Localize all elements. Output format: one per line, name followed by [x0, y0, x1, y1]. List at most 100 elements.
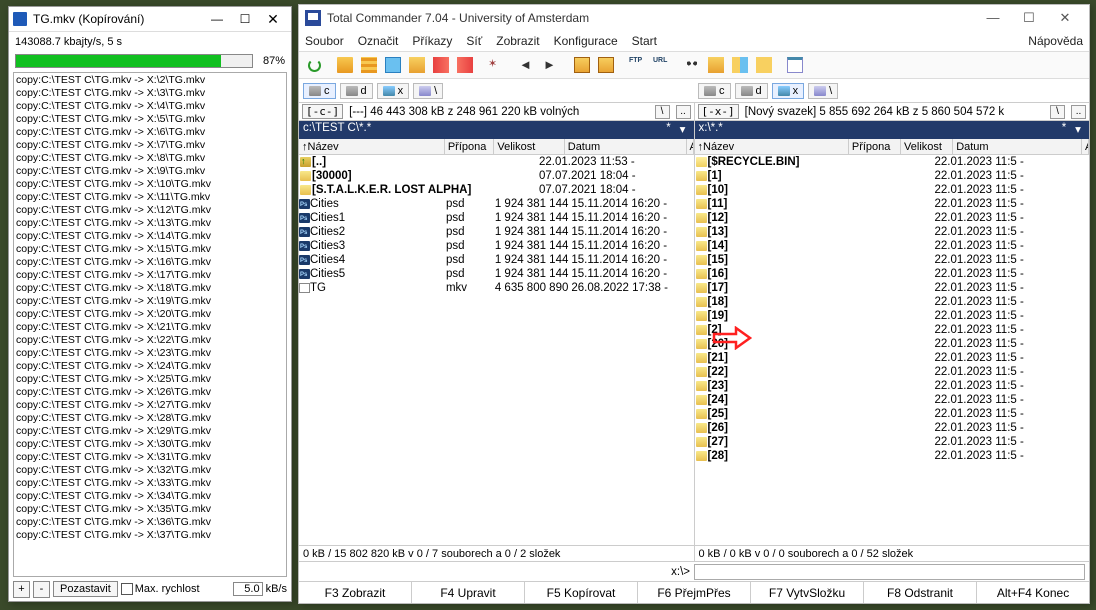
- pack-button[interactable]: [571, 54, 593, 76]
- fn-button[interactable]: F7 VytvSložku: [751, 582, 864, 603]
- column-header[interactable]: Datum: [565, 139, 687, 154]
- menu-item[interactable]: Zobrazit: [496, 34, 539, 48]
- fn-button[interactable]: F5 Kopírovat: [525, 582, 638, 603]
- command-input[interactable]: [694, 564, 1085, 580]
- left-up-button[interactable]: ..: [676, 105, 691, 119]
- fn-button[interactable]: Alt+F4 Konec: [977, 582, 1089, 603]
- tc-titlebar[interactable]: Total Commander 7.04 - University of Ams…: [299, 5, 1089, 31]
- file-row[interactable]: [23]22.01.2023 11:5 -: [695, 379, 1090, 393]
- file-row[interactable]: TGmkv4 635 800 89026.08.2022 17:38 -: [299, 281, 694, 295]
- left-path-bar[interactable]: c:\TEST C\*.* * ▾: [299, 121, 694, 139]
- view-tree-button[interactable]: [406, 54, 428, 76]
- menu-item[interactable]: Síť: [466, 34, 482, 48]
- minimize-button[interactable]: —: [203, 9, 231, 29]
- menu-item[interactable]: Příkazy: [412, 34, 452, 48]
- compare-button[interactable]: [753, 54, 775, 76]
- unpack-button[interactable]: [595, 54, 617, 76]
- tc-close-button[interactable]: ✕: [1047, 7, 1083, 29]
- drive-net-button[interactable]: \: [413, 83, 443, 99]
- file-row[interactable]: [21]22.01.2023 11:5 -: [695, 351, 1090, 365]
- left-root-button[interactable]: \: [655, 105, 670, 119]
- refresh-button[interactable]: [303, 54, 325, 76]
- sort-name-button[interactable]: [430, 54, 452, 76]
- file-row[interactable]: [..]22.01.2023 11:53 -: [299, 155, 694, 169]
- column-header[interactable]: ↑Název: [695, 139, 849, 154]
- pause-button[interactable]: Pozastavit: [53, 581, 118, 597]
- right-root-button[interactable]: \: [1050, 105, 1065, 119]
- file-row[interactable]: [1]22.01.2023 11:5 -: [695, 169, 1090, 183]
- column-header-attr[interactable]: A: [687, 139, 694, 154]
- fn-button[interactable]: F6 PřejmPřes: [638, 582, 751, 603]
- menu-item[interactable]: Start: [632, 34, 657, 48]
- file-row[interactable]: [20]22.01.2023 11:5 -: [695, 337, 1090, 351]
- add-button[interactable]: +: [13, 581, 30, 598]
- forward-button[interactable]: [540, 54, 562, 76]
- remove-button[interactable]: -: [33, 581, 50, 598]
- view-thumbs-button[interactable]: [382, 54, 404, 76]
- right-path-hist[interactable]: ▾: [1071, 122, 1085, 138]
- menu-item[interactable]: Konfigurace: [554, 34, 618, 48]
- menu-help[interactable]: Nápověda: [1028, 34, 1083, 48]
- file-row[interactable]: [14]22.01.2023 11:5 -: [695, 239, 1090, 253]
- invert-button[interactable]: ✶: [485, 54, 507, 76]
- speed-input[interactable]: [233, 582, 263, 596]
- drive-tab-x[interactable]: x: [377, 83, 410, 99]
- file-row[interactable]: [S.T.A.L.K.E.R. LOST ALPHA]07.07.2021 18…: [299, 183, 694, 197]
- file-row[interactable]: Citiespsd1 924 381 14415.11.2014 16:20 -: [299, 197, 694, 211]
- drive-tab-d[interactable]: d: [340, 83, 373, 99]
- right-file-list[interactable]: [$RECYCLE.BIN]22.01.2023 11:5 -[1]22.01.…: [695, 155, 1090, 545]
- file-row[interactable]: [15]22.01.2023 11:5 -: [695, 253, 1090, 267]
- menu-item[interactable]: Soubor: [305, 34, 344, 48]
- file-row[interactable]: [11]22.01.2023 11:5 -: [695, 197, 1090, 211]
- column-header-attr[interactable]: A: [1082, 139, 1089, 154]
- view-brief-button[interactable]: [334, 54, 356, 76]
- notepad-button[interactable]: [784, 54, 806, 76]
- view-full-button[interactable]: [358, 54, 380, 76]
- file-row[interactable]: [17]22.01.2023 11:5 -: [695, 281, 1090, 295]
- fn-button[interactable]: F3 Zobrazit: [299, 582, 412, 603]
- column-header[interactable]: ↑Název: [299, 139, 445, 154]
- file-row[interactable]: [2]22.01.2023 11:5 -: [695, 323, 1090, 337]
- menu-item[interactable]: Označit: [358, 34, 399, 48]
- multirename-button[interactable]: [705, 54, 727, 76]
- file-row[interactable]: [10]22.01.2023 11:5 -: [695, 183, 1090, 197]
- copy-dialog-titlebar[interactable]: TG.mkv (Kopírování) — ☐ ✕: [9, 7, 291, 32]
- file-row[interactable]: Cities3psd1 924 381 14415.11.2014 16:20 …: [299, 239, 694, 253]
- copy-log[interactable]: copy:C:\TEST C\TG.mkv -> X:\2\TG.mkvcopy…: [13, 72, 287, 577]
- column-header[interactable]: Přípona: [849, 139, 901, 154]
- left-path-fav[interactable]: *: [662, 122, 676, 138]
- close-button[interactable]: ✕: [259, 9, 287, 29]
- drive-tab-c[interactable]: c: [303, 83, 336, 99]
- right-path-fav[interactable]: *: [1057, 122, 1071, 138]
- file-row[interactable]: [16]22.01.2023 11:5 -: [695, 267, 1090, 281]
- file-row[interactable]: Cities5psd1 924 381 14415.11.2014 16:20 …: [299, 267, 694, 281]
- left-drive-combo[interactable]: [-c-]: [302, 104, 343, 119]
- file-row[interactable]: Cities1psd1 924 381 14415.11.2014 16:20 …: [299, 211, 694, 225]
- file-row[interactable]: [18]22.01.2023 11:5 -: [695, 295, 1090, 309]
- right-path-bar[interactable]: x:\*.* * ▾: [695, 121, 1090, 139]
- file-row[interactable]: [27]22.01.2023 11:5 -: [695, 435, 1090, 449]
- back-button[interactable]: [516, 54, 538, 76]
- right-drive-combo[interactable]: [-x-]: [698, 104, 739, 119]
- maximize-button[interactable]: ☐: [231, 9, 259, 29]
- drive-tab-d[interactable]: d: [735, 83, 768, 99]
- file-row[interactable]: [28]22.01.2023 11:5 -: [695, 449, 1090, 463]
- column-header[interactable]: Velikost: [494, 139, 564, 154]
- column-header[interactable]: Přípona: [445, 139, 495, 154]
- file-row[interactable]: [30000]07.07.2021 18:04 -: [299, 169, 694, 183]
- file-row[interactable]: [22]22.01.2023 11:5 -: [695, 365, 1090, 379]
- drive-tab-x[interactable]: x: [772, 83, 805, 99]
- file-row[interactable]: [$RECYCLE.BIN]22.01.2023 11:5 -: [695, 155, 1090, 169]
- search-button[interactable]: [681, 54, 703, 76]
- ftp-button[interactable]: FTP: [626, 54, 648, 76]
- url-button[interactable]: URL: [650, 54, 672, 76]
- maxspeed-checkbox[interactable]: Max. rychlost: [121, 583, 200, 595]
- sync-button[interactable]: [729, 54, 751, 76]
- left-path-hist[interactable]: ▾: [676, 122, 690, 138]
- column-header[interactable]: Velikost: [901, 139, 953, 154]
- file-row[interactable]: [13]22.01.2023 11:5 -: [695, 225, 1090, 239]
- right-up-button[interactable]: ..: [1071, 105, 1086, 119]
- tc-minimize-button[interactable]: —: [975, 7, 1011, 29]
- file-row[interactable]: [25]22.01.2023 11:5 -: [695, 407, 1090, 421]
- drive-tab-c[interactable]: c: [698, 83, 731, 99]
